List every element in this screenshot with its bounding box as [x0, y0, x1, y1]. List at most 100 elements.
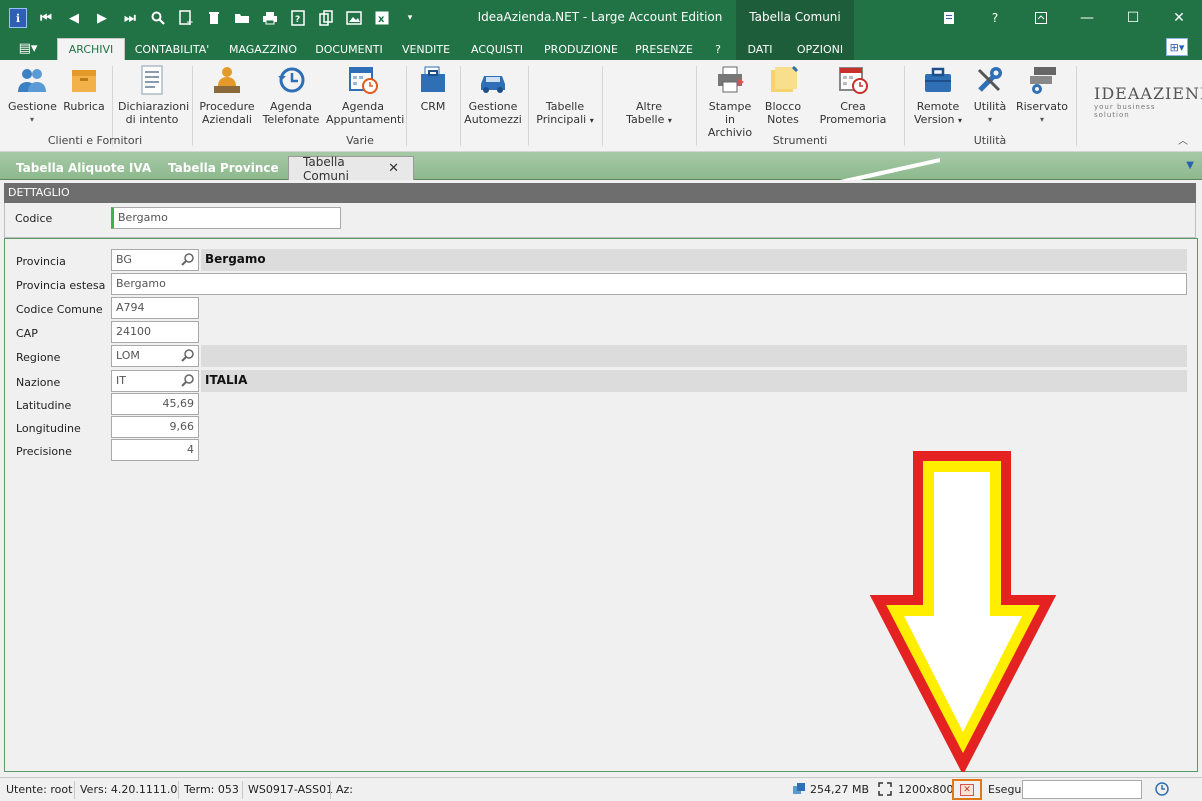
- separator: [1076, 66, 1077, 146]
- tab-help[interactable]: ?: [708, 38, 728, 60]
- close-error-button[interactable]: ✕: [952, 779, 982, 800]
- search-icon[interactable]: [144, 7, 172, 29]
- longitudine-field[interactable]: 9,66: [111, 416, 199, 438]
- tab-presenze[interactable]: PRESENZE: [632, 38, 696, 60]
- agenda-telefonate-button[interactable]: Agenda Telefonate: [262, 64, 320, 126]
- status-version: Vers: 4.20.1111.0: [80, 783, 178, 796]
- highlight-arrow: [869, 451, 1057, 772]
- collapse-ribbon-icon[interactable]: ︿: [1178, 132, 1188, 147]
- lookup-search-icon[interactable]: [181, 252, 195, 266]
- status-azienda: Az:: [336, 783, 354, 796]
- customize-toolbar-icon[interactable]: ▾: [396, 7, 424, 29]
- codice-field[interactable]: Bergamo: [111, 207, 341, 229]
- tab-documenti[interactable]: DOCUMENTI: [310, 38, 388, 60]
- previous-record-icon[interactable]: ◀: [60, 7, 88, 29]
- close-icon[interactable]: ✕: [1156, 0, 1202, 36]
- tabelle-principali-button[interactable]: Tabelle Principali ▾: [534, 100, 596, 127]
- crm-button[interactable]: CRM: [412, 64, 454, 113]
- dichiarazioni-intento-button[interactable]: Dichiarazioni di intento: [118, 64, 189, 126]
- group-label-varie: Varie: [346, 134, 374, 147]
- procedure-aziendali-button[interactable]: Procedure Aziendali: [198, 64, 256, 126]
- lookup-search-icon[interactable]: [181, 348, 195, 362]
- latitudine-field[interactable]: 45,69: [111, 393, 199, 415]
- tab-tabella-province[interactable]: Tabella Province: [154, 156, 293, 180]
- maximize-icon[interactable]: ☐: [1110, 0, 1156, 36]
- first-record-icon[interactable]: ⏮: [32, 7, 60, 29]
- status-bar: Utente: root Vers: 4.20.1111.0 Term: 053…: [0, 777, 1202, 801]
- person-desk-icon: [211, 64, 243, 96]
- utilita-button[interactable]: Utilità ▾: [970, 64, 1010, 126]
- folder-icon[interactable]: [228, 7, 256, 29]
- copy-icon[interactable]: [312, 7, 340, 29]
- precisione-field[interactable]: 4: [111, 439, 199, 461]
- image-icon[interactable]: [340, 7, 368, 29]
- separator: [74, 781, 75, 799]
- nazione-field[interactable]: IT: [111, 370, 199, 392]
- address-box-icon: [68, 64, 100, 96]
- tab-opzioni[interactable]: OPZIONI: [790, 38, 850, 60]
- delete-icon[interactable]: [200, 7, 228, 29]
- chevron-down-icon: ▾: [589, 116, 594, 125]
- fullscreen-icon[interactable]: [878, 782, 892, 799]
- layout-icon[interactable]: ⊞▾: [1166, 38, 1188, 56]
- tab-produzione[interactable]: PRODUZIONE: [540, 38, 622, 60]
- chevron-down-icon: ▾: [1039, 115, 1044, 124]
- regione-label: Regione: [16, 351, 61, 364]
- status-workstation: WS0917-ASS01: [248, 783, 334, 796]
- riservato-button[interactable]: Riservato ▾: [1014, 64, 1070, 126]
- sticky-note-icon: [767, 64, 799, 96]
- latitudine-label: Latitudine: [16, 399, 72, 412]
- provincia-field[interactable]: BG: [111, 249, 199, 271]
- document-icon[interactable]: [926, 0, 972, 36]
- context-tab-title: Tabella Comuni: [736, 0, 854, 36]
- tab-magazzino[interactable]: MAGAZZINO: [224, 38, 302, 60]
- minimize-icon[interactable]: —: [1064, 0, 1110, 36]
- tab-vendite[interactable]: VENDITE: [398, 38, 454, 60]
- close-tab-icon[interactable]: ✕: [388, 161, 399, 176]
- next-record-icon[interactable]: ▶: [88, 7, 116, 29]
- chevron-down-icon: ▾: [957, 116, 962, 125]
- separator: [242, 781, 243, 799]
- clock-sync-icon[interactable]: [1154, 781, 1170, 800]
- ribbon-display-icon[interactable]: [1018, 0, 1064, 36]
- tab-list-dropdown-icon[interactable]: ▼: [1186, 160, 1194, 171]
- stampe-archivio-button[interactable]: Stampe in Archivio: [702, 64, 758, 139]
- regione-field[interactable]: LOM: [111, 345, 199, 367]
- error-x-icon: ✕: [960, 783, 974, 796]
- status-resolution: 1200x800: [898, 783, 954, 796]
- last-record-icon[interactable]: ⏭: [116, 7, 144, 29]
- remote-version-button[interactable]: Remote Version ▾: [910, 64, 966, 127]
- altre-tabelle-button[interactable]: Altre Tabelle ▾: [618, 100, 680, 127]
- esegui-input[interactable]: [1022, 780, 1142, 799]
- tab-tabella-comuni[interactable]: Tabella Comuni ✕: [288, 155, 414, 183]
- gestione-button[interactable]: Gestione ▾: [8, 64, 57, 126]
- chevron-down-icon: ▾: [29, 115, 34, 124]
- excel-icon[interactable]: x: [368, 7, 396, 29]
- gestione-automezzi-button[interactable]: Gestione Automezzi: [464, 64, 522, 126]
- provincia-estesa-field[interactable]: Bergamo: [111, 273, 1187, 295]
- tab-archivi[interactable]: ARCHIVI: [57, 38, 125, 60]
- tab-contabilita[interactable]: CONTABILITA': [130, 38, 214, 60]
- crea-promemoria-button[interactable]: Crea Promemoria: [808, 64, 898, 126]
- tab-dati[interactable]: DATI: [742, 38, 778, 60]
- nazione-label: Nazione: [16, 376, 61, 389]
- cap-field[interactable]: 24100: [111, 321, 199, 343]
- file-menu-icon[interactable]: ▤▾: [8, 38, 48, 58]
- codice-comune-label: Codice Comune: [16, 303, 103, 316]
- separator: [192, 66, 193, 146]
- app-menu-icon[interactable]: ℹ: [4, 7, 32, 29]
- help-doc-icon[interactable]: ?: [284, 7, 312, 29]
- codice-comune-field[interactable]: A794: [111, 297, 199, 319]
- tab-tabella-aliquote-iva[interactable]: Tabella Aliquote IVA: [2, 156, 165, 180]
- rubrica-button[interactable]: Rubrica: [62, 64, 106, 113]
- memory-icon: [792, 782, 806, 799]
- new-record-icon[interactable]: +: [172, 7, 200, 29]
- cap-label: CAP: [16, 327, 38, 340]
- lookup-search-icon[interactable]: [181, 373, 195, 387]
- help-icon[interactable]: ?: [972, 0, 1018, 36]
- print-icon[interactable]: [256, 7, 284, 29]
- agenda-appuntamenti-button[interactable]: Agenda Appuntamenti: [326, 64, 404, 126]
- tab-acquisti[interactable]: ACQUISTI: [466, 38, 528, 60]
- briefcase-docs-icon: [417, 64, 449, 96]
- blocco-notes-button[interactable]: Blocco Notes: [762, 64, 804, 126]
